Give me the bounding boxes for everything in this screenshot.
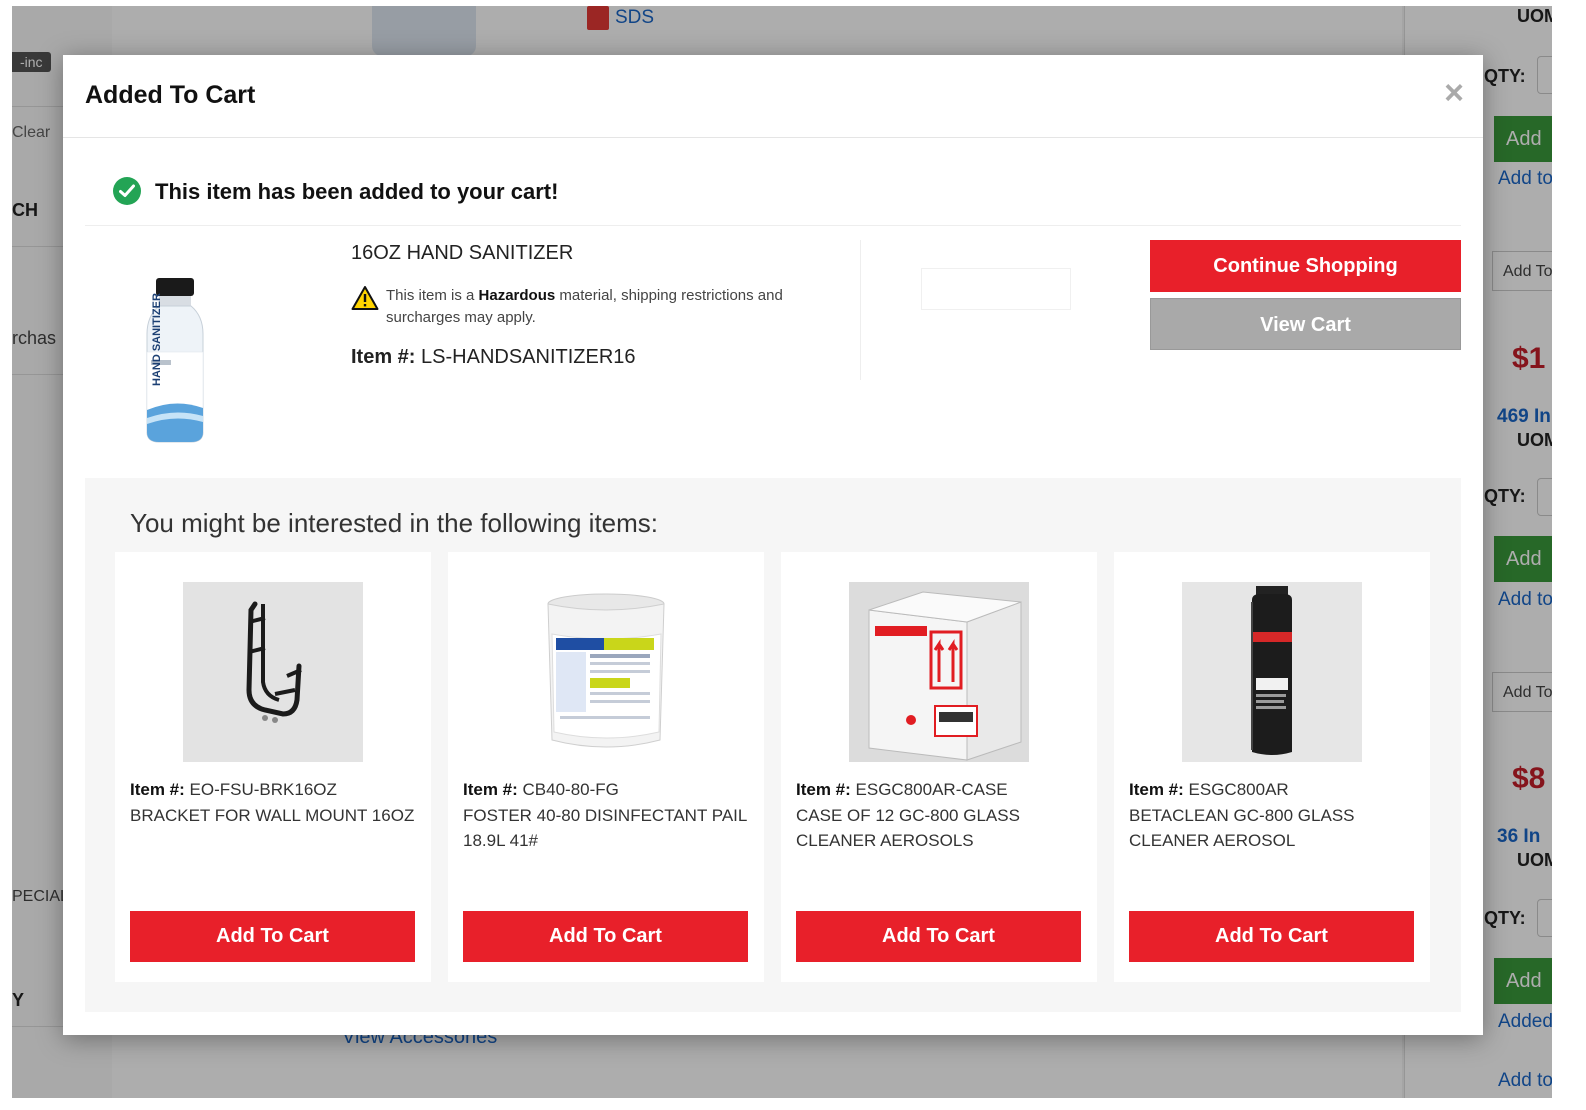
recommendation-item-number: EO-FSU-BRK16OZ (189, 780, 337, 799)
recommendation-description: CASE OF 12 GC-800 GLASS CLEANER AEROSOLS (796, 805, 1020, 851)
recommendations-section: You might be interested in the following… (85, 478, 1461, 1012)
added-to-cart-modal: Added To Cart × This item has been added… (63, 55, 1483, 1035)
recommendation-image (849, 582, 1029, 762)
recommendation-card: Item #: CB40-80-FG FOSTER 40-80 DISINFEC… (448, 552, 764, 982)
add-to-cart-button[interactable]: Add To Cart (130, 911, 415, 962)
divider (85, 225, 1461, 226)
hazard-warning-text: This item is a Hazardous material, shipp… (386, 287, 783, 326)
product-name: 16OZ HAND SANITIZER (351, 242, 574, 264)
add-to-cart-button[interactable]: Add To Cart (463, 911, 748, 962)
recommendation-image (183, 582, 363, 762)
recommendation-card: Item #: EO-FSU-BRK16OZ BRACKET FOR WALL … (115, 552, 431, 982)
close-icon[interactable]: × (1439, 75, 1469, 111)
recommendation-description: BETACLEAN GC-800 GLASS CLEANER AEROSOL (1129, 805, 1355, 851)
modal-title: Added To Cart (85, 81, 256, 109)
continue-shopping-button[interactable]: Continue Shopping (1150, 240, 1461, 292)
recommendation-item-number: ESGC800AR (1188, 780, 1289, 799)
recommendation-card: Item #: ESGC800AR BETACLEAN GC-800 GLASS… (1114, 552, 1430, 982)
recommendation-item-number: CB40-80-FG (522, 780, 619, 799)
divider (860, 240, 861, 380)
recommendation-details: Item #: ESGC800AR-CASE CASE OF 12 GC-800… (796, 777, 1086, 854)
add-to-cart-button[interactable]: Add To Cart (796, 911, 1081, 962)
add-to-cart-button[interactable]: Add To Cart (1129, 911, 1414, 962)
modal-header: Added To Cart × (63, 55, 1483, 138)
recommendation-card: Item #: ESGC800AR-CASE CASE OF 12 GC-800… (781, 552, 1097, 982)
recommendations-title: You might be interested in the following… (130, 508, 659, 538)
success-message: This item has been added to your cart! (155, 179, 559, 204)
recommendation-item-number: ESGC800AR-CASE (855, 780, 1008, 799)
placeholder-box (921, 268, 1071, 310)
view-cart-button[interactable]: View Cart (1150, 298, 1461, 350)
recommendation-description: FOSTER 40-80 DISINFECTANT PAIL 18.9L 41# (463, 805, 747, 851)
product-image: HAND SANITIZER (85, 270, 265, 450)
warning-triangle-icon (351, 286, 379, 310)
recommendation-details: Item #: CB40-80-FG FOSTER 40-80 DISINFEC… (463, 777, 753, 854)
recommendation-image (1182, 582, 1362, 762)
product-item-number: Item #: LS-HANDSANITIZER16 (351, 346, 636, 368)
recommendation-details: Item #: EO-FSU-BRK16OZ BRACKET FOR WALL … (130, 777, 420, 828)
recommendation-details: Item #: ESGC800AR BETACLEAN GC-800 GLASS… (1129, 777, 1419, 854)
check-circle-icon (113, 177, 141, 205)
product-image-label: HAND SANITIZER (151, 293, 163, 386)
recommendation-description: BRACKET FOR WALL MOUNT 16OZ (130, 805, 415, 825)
recommendation-image (516, 582, 696, 762)
